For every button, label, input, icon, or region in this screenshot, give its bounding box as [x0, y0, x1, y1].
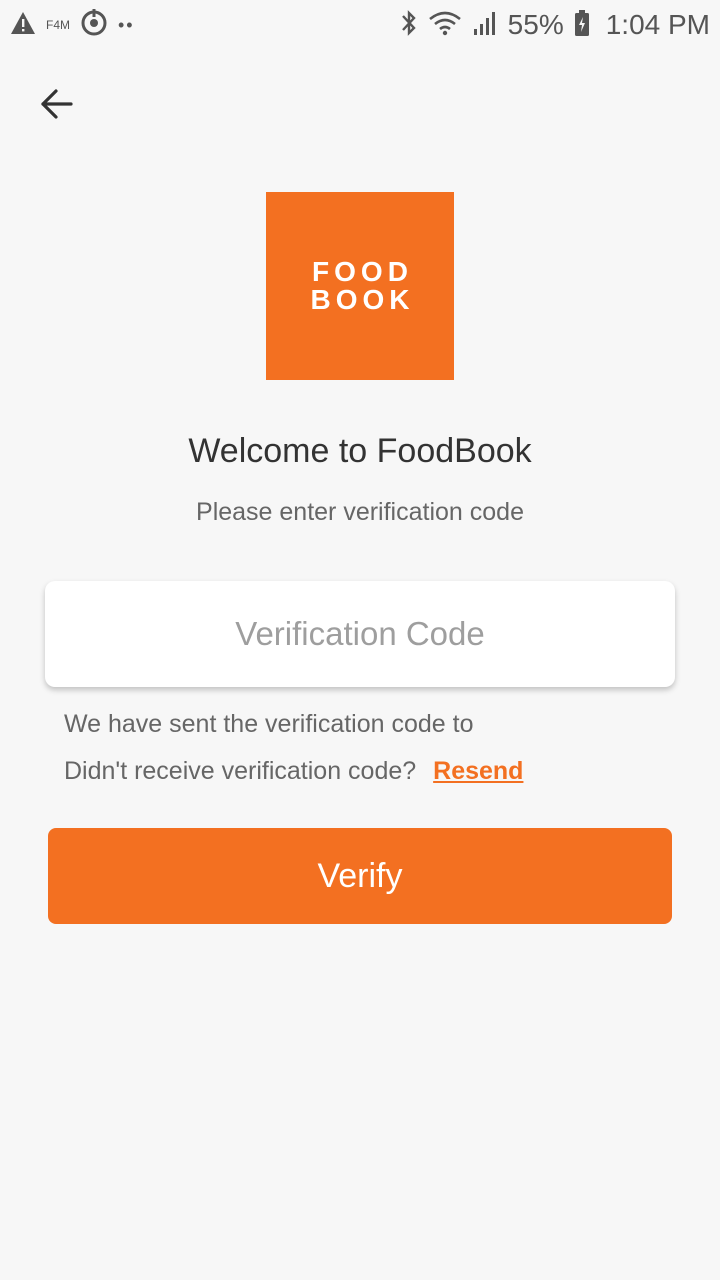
back-button[interactable] — [30, 78, 82, 130]
more-dots-icon: •• — [118, 14, 135, 35]
warning-icon — [10, 11, 36, 40]
carrier-badge: F4M — [46, 18, 70, 32]
didnt-receive-text: Didn't receive verification code? — [64, 757, 417, 785]
status-time: 1:04 PM — [605, 9, 710, 40]
foodbook-logo: FOOD BOOK — [266, 192, 454, 380]
verification-screen: F4M •• 55% 1:04 PM FOOD BOOK Welcome to … — [0, 0, 720, 1280]
welcome-title: Welcome to FoodBook — [188, 432, 532, 470]
status-left: F4M •• — [10, 8, 135, 42]
battery-percent: 55% — [507, 9, 564, 40]
verify-button[interactable]: Verify — [48, 828, 672, 924]
signal-icon — [472, 9, 498, 42]
battery-icon — [574, 9, 590, 42]
verification-code-input[interactable] — [45, 581, 675, 687]
sent-info-text: We have sent the verification code to — [64, 710, 474, 738]
wifi-icon — [428, 9, 462, 42]
resend-row: Didn't receive verification code? Resend — [64, 757, 523, 786]
subtitle: Please enter verification code — [196, 498, 524, 526]
logo-line-book: BOOK — [310, 284, 415, 315]
arrow-left-icon — [41, 89, 73, 119]
status-right: 55% 1:04 PM — [400, 9, 710, 42]
bluetooth-icon — [400, 9, 418, 42]
resend-link[interactable]: Resend — [433, 757, 523, 785]
status-bar: F4M •• 55% 1:04 PM — [0, 0, 720, 50]
sync-icon — [80, 8, 108, 42]
logo-line-food: FOOD — [312, 256, 413, 287]
